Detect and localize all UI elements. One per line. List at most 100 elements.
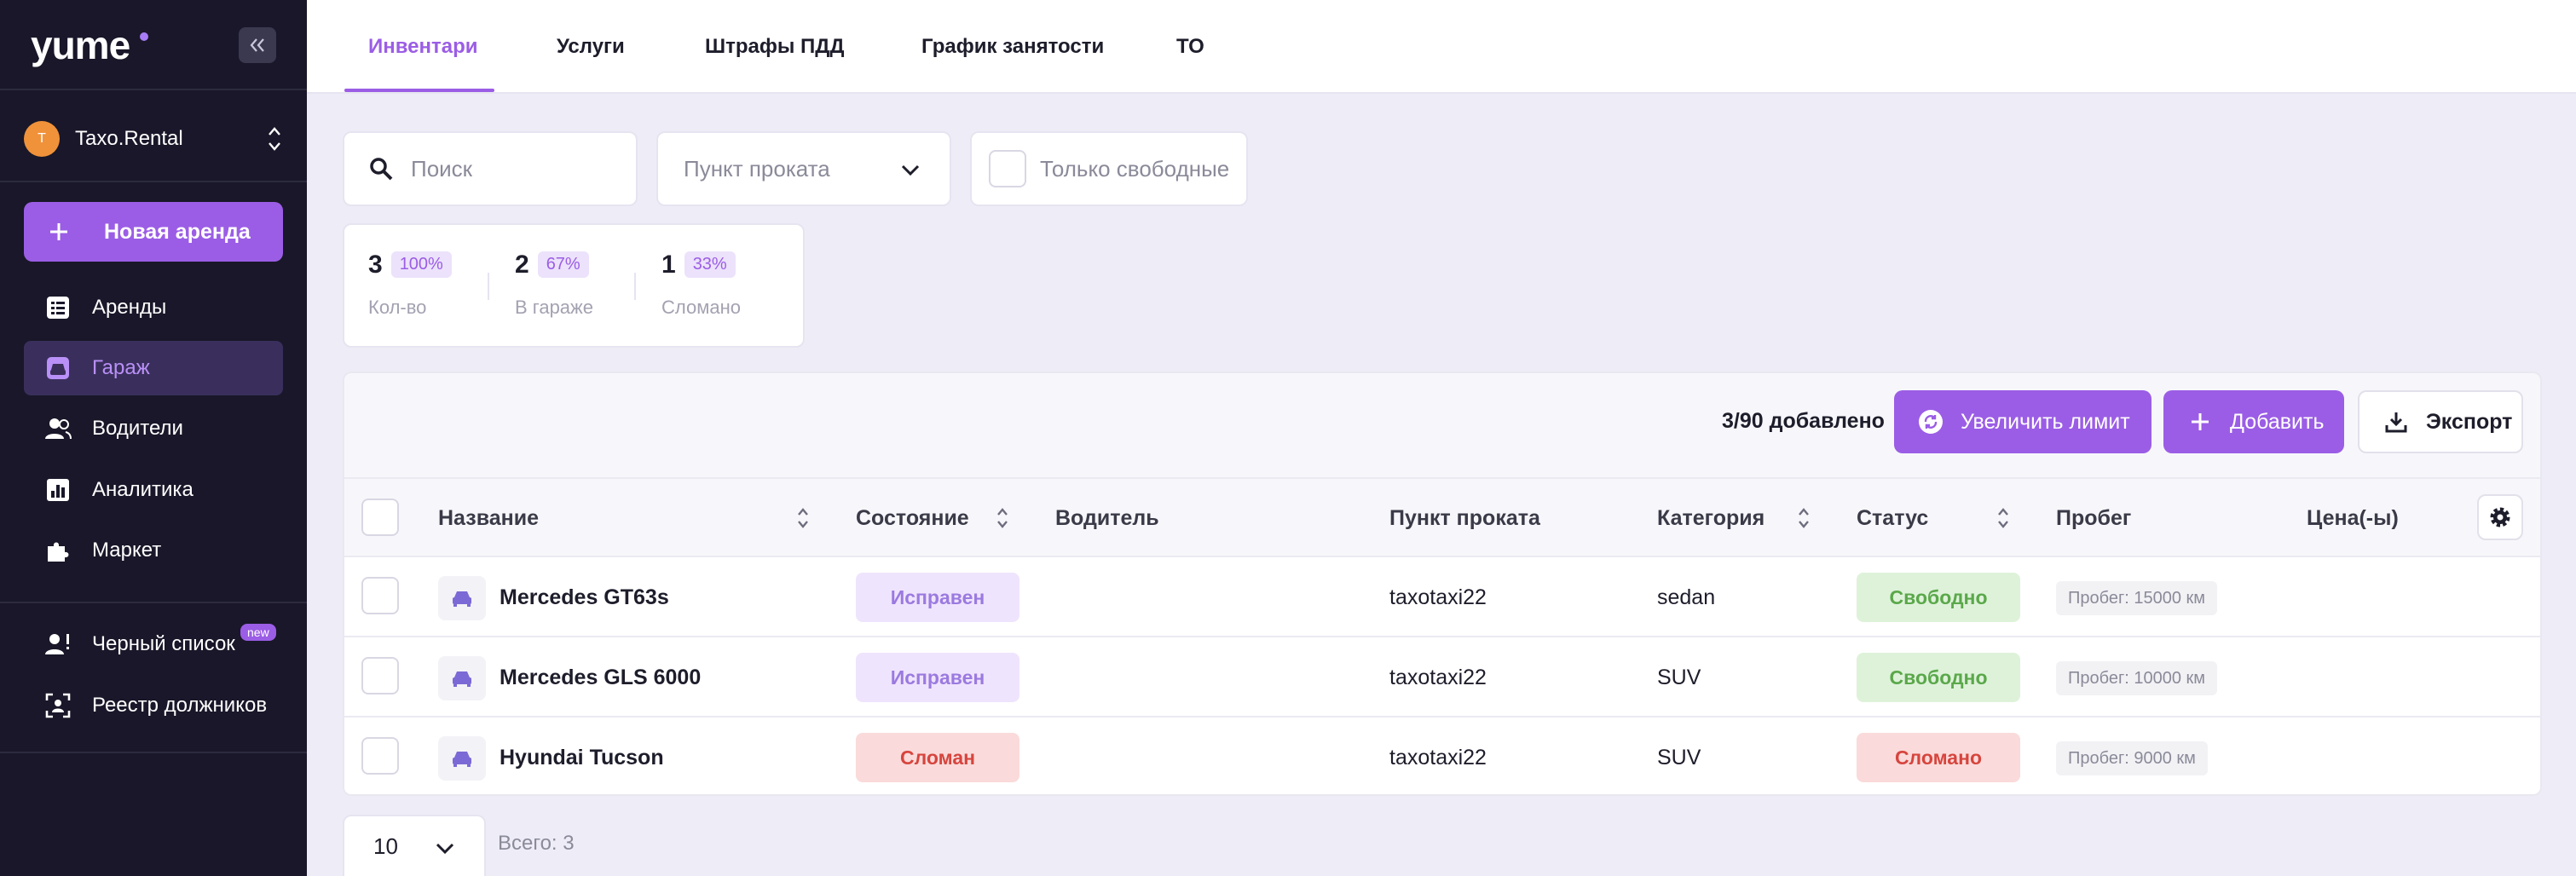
sidebar-item-label: Аналитика (92, 478, 193, 501)
tab-inventory[interactable]: Инвентари (368, 0, 478, 94)
vehicle-name[interactable]: Mercedes GLS 6000 (500, 637, 701, 718)
category-cell: sedan (1657, 585, 1716, 609)
new-rental-button[interactable]: Новая аренда (24, 202, 283, 262)
table-row[interactable]: Hyundai Tucson Сломан taxotaxi22 SUV Сло… (344, 716, 2540, 794)
free-only-label: Только свободные (1040, 155, 1230, 182)
tab-maintenance[interactable]: ТО (1176, 0, 1204, 94)
status-badge: Свободно (1857, 573, 2020, 622)
gear-icon (2490, 507, 2510, 527)
add-label: Добавить (2230, 409, 2325, 434)
free-only-checkbox[interactable] (989, 150, 1026, 187)
page-size-select[interactable]: 10 (343, 815, 486, 876)
column-category[interactable]: Категория (1657, 479, 1765, 557)
condition-badge: Исправен (856, 573, 1019, 622)
sidebar-item-label: Аренды (92, 296, 167, 319)
car-icon (44, 354, 72, 382)
active-tab-underline (344, 89, 494, 92)
new-badge: new (240, 624, 276, 641)
sidebar-item-blacklist[interactable]: Черный список new (24, 617, 283, 671)
yume-logo[interactable]: yume (31, 22, 130, 68)
sidebar-item-analytics[interactable]: Аналитика (24, 463, 283, 517)
row-checkbox[interactable] (361, 657, 399, 694)
tab-services[interactable]: Услуги (557, 0, 625, 94)
sort-icon[interactable] (1797, 504, 1811, 532)
sidebar-item-drivers[interactable]: Водители (24, 401, 283, 456)
chart-icon (44, 476, 72, 504)
stat-value: 2 (515, 251, 529, 279)
table-settings-button[interactable] (2477, 494, 2523, 540)
refresh-icon (1918, 409, 1944, 435)
add-button[interactable]: Добавить (2163, 390, 2344, 453)
plus-icon (2187, 409, 2213, 435)
column-name[interactable]: Название (438, 479, 539, 557)
logo-dot (140, 32, 148, 41)
table-row[interactable]: Mercedes GT63s Исправен taxotaxi22 sedan… (344, 556, 2540, 637)
car-icon (438, 576, 486, 620)
rental-point-cell: taxotaxi22 (1389, 745, 1487, 769)
search-icon (370, 158, 393, 181)
column-driver: Водитель (1055, 505, 1159, 530)
column-condition[interactable]: Состояние (856, 479, 969, 557)
search-input[interactable]: Поиск (411, 156, 472, 182)
column-price: Цена(-ы) (2307, 505, 2399, 530)
car-icon (438, 656, 486, 700)
total-count: Всего: 3 (498, 832, 575, 855)
column-rental-point: Пункт проката (1389, 505, 1540, 530)
sidebar-divider (0, 89, 307, 90)
sidebar-item-market[interactable]: Маркет (24, 523, 283, 578)
stat-value: 1 (661, 251, 676, 279)
stat-total: 3 100% Кол-во (368, 251, 452, 319)
status-badge: Сломано (1857, 733, 2020, 782)
sidebar-item-garage[interactable]: Гараж (24, 341, 283, 395)
sidebar-item-label: Гараж (92, 356, 150, 379)
sidebar: yume T Taxo.Rental Новая аренда Аренды Г… (0, 0, 307, 876)
double-chevron-left-icon (250, 38, 264, 52)
list-icon (44, 294, 72, 321)
chevron-down-icon (901, 164, 920, 176)
stat-caption: В гараже (515, 297, 593, 318)
page-size-value: 10 (373, 833, 398, 859)
export-button[interactable]: Экспорт (2358, 390, 2523, 453)
row-checkbox[interactable] (361, 577, 399, 614)
collapse-sidebar-button[interactable] (239, 27, 276, 63)
stat-broken: 1 33% Сломано (661, 251, 741, 319)
company-switcher[interactable]: T Taxo.Rental (24, 119, 283, 158)
sort-icon[interactable] (796, 504, 810, 532)
sidebar-item-label: Маркет (92, 539, 162, 562)
free-only-filter[interactable]: Только свободные (970, 131, 1248, 206)
limit-counter: 3/90 добавлено (1722, 409, 1885, 433)
download-icon (2383, 409, 2409, 435)
stat-caption: Сломано (661, 297, 741, 318)
select-all-checkbox[interactable] (361, 499, 399, 536)
mileage-badge: Пробег: 15000 км (2056, 581, 2218, 615)
column-mileage: Пробег (2056, 505, 2132, 530)
stat-percent: 100% (390, 251, 452, 278)
sort-icon[interactable] (996, 504, 1009, 532)
sidebar-item-debtors[interactable]: Реестр должников (24, 678, 283, 733)
column-status[interactable]: Статус (1857, 479, 1928, 557)
vehicle-name[interactable]: Mercedes GT63s (500, 557, 669, 637)
rental-point-cell: taxotaxi22 (1389, 585, 1487, 609)
table-row[interactable]: Mercedes GLS 6000 Исправен taxotaxi22 SU… (344, 636, 2540, 718)
plus-icon (50, 223, 67, 240)
row-checkbox[interactable] (361, 737, 399, 775)
vehicle-name[interactable]: Hyundai Tucson (500, 718, 664, 794)
new-rental-label: Новая аренда (104, 219, 251, 244)
face-scan-icon (44, 692, 72, 719)
condition-badge: Исправен (856, 653, 1019, 702)
sidebar-item-label: Реестр должников (92, 694, 268, 717)
rental-point-select[interactable]: Пункт проката (656, 131, 951, 206)
tab-traffic-fines[interactable]: Штрафы ПДД (705, 0, 845, 94)
search-field[interactable]: Поиск (343, 131, 638, 206)
sidebar-item-label: Водители (92, 417, 183, 440)
sidebar-divider (0, 181, 307, 182)
increase-limit-label: Увеличить лимит (1961, 409, 2130, 434)
sort-icon[interactable] (1996, 504, 2010, 532)
stat-caption: Кол-во (368, 297, 427, 318)
rental-point-placeholder: Пункт проката (684, 155, 830, 182)
sidebar-item-label: Черный список (92, 632, 235, 655)
tab-schedule[interactable]: График занятости (921, 0, 1104, 94)
increase-limit-button[interactable]: Увеличить лимит (1894, 390, 2151, 453)
inventory-table: 3/90 добавлено Увеличить лимит Добавить … (343, 372, 2542, 796)
sidebar-item-rentals[interactable]: Аренды (24, 280, 283, 335)
